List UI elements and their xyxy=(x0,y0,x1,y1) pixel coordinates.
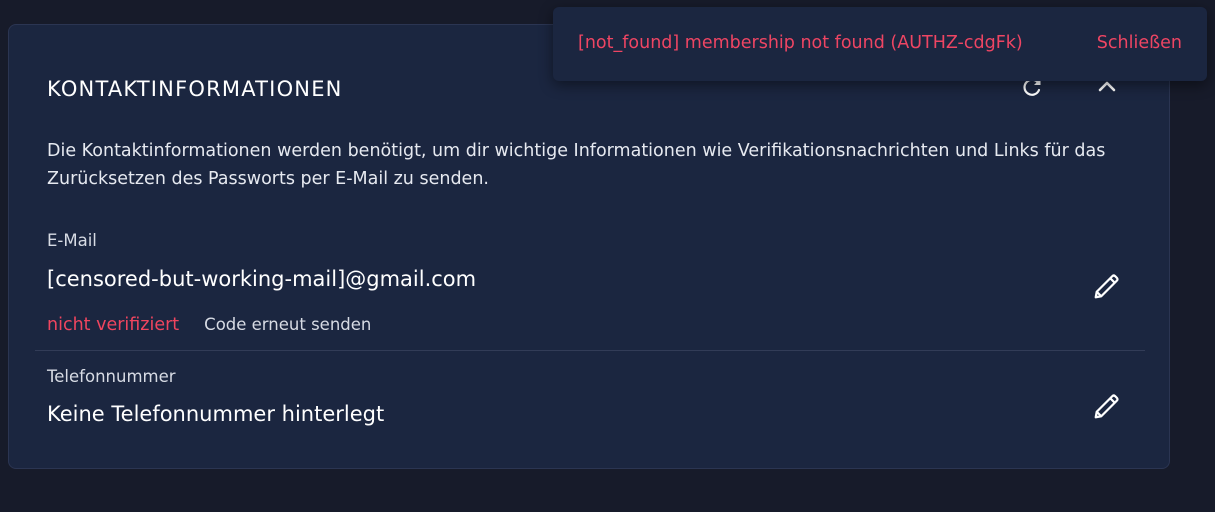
edit-phone-button[interactable] xyxy=(1089,388,1125,424)
contact-info-card: KONTAKTINFORMATIONEN Die Kontaktinformat… xyxy=(8,24,1170,469)
phone-value: Keine Telefonnummer hinterlegt xyxy=(47,402,385,426)
card-description: Die Kontaktinformationen werden benötigt… xyxy=(47,141,1106,189)
card-title: KONTAKTINFORMATIONEN xyxy=(47,77,343,101)
pencil-icon xyxy=(1094,274,1119,299)
field-divider xyxy=(35,350,1145,351)
pencil-icon xyxy=(1094,394,1119,419)
toast-message: [not_found] membership not found (AUTHZ-… xyxy=(578,33,1023,53)
error-toast: [not_found] membership not found (AUTHZ-… xyxy=(553,7,1207,81)
edit-email-button[interactable] xyxy=(1089,268,1125,304)
unverified-status: nicht verifiziert xyxy=(47,315,180,335)
email-status-row: nicht verifiziert Code erneut senden xyxy=(47,315,371,335)
email-value: [censored-but-working-mail]@gmail.com xyxy=(47,267,477,291)
phone-label: Telefonnummer xyxy=(47,367,176,386)
resend-code-button[interactable]: Code erneut senden xyxy=(204,315,371,334)
toast-close-button[interactable]: Schließen xyxy=(1097,33,1182,53)
email-label: E-Mail xyxy=(47,231,97,250)
